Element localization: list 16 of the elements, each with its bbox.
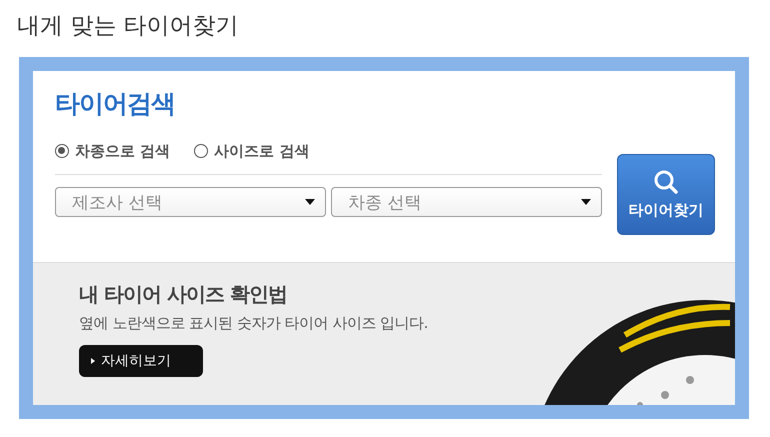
search-icon: [653, 169, 679, 195]
radio-label: 차종으로 검색: [75, 142, 170, 160]
search-title: 타이어검색: [55, 88, 176, 120]
find-tire-button[interactable]: 타이어찾기: [617, 154, 715, 235]
radio-option[interactable]: 차종으로 검색: [55, 142, 170, 160]
details-button[interactable]: 자세히보기: [79, 345, 203, 377]
radio-option[interactable]: 사이즈로 검색: [194, 142, 310, 160]
page-title: 내게 맞는 타이어찾기: [17, 12, 240, 41]
info-description: 옆에 노란색으로 표시된 숫자가 타이어 사이즈 입니다.: [79, 314, 428, 333]
radio-icon[interactable]: [194, 144, 208, 158]
info-title: 내 타이어 사이즈 확인법: [79, 281, 288, 308]
caret-icon: [305, 199, 315, 205]
triangle-icon: [91, 358, 95, 364]
radio-icon[interactable]: [55, 144, 69, 158]
caret-icon: [581, 199, 591, 205]
radio-label: 사이즈로 검색: [214, 142, 310, 160]
